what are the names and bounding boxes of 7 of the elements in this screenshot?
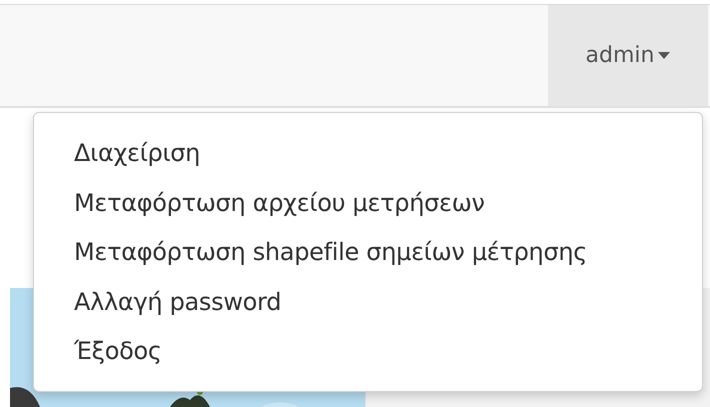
caret-icon [658, 52, 670, 59]
user-menu-button[interactable]: admin [548, 5, 708, 106]
menu-item[interactable]: Αλλαγή password [34, 280, 702, 324]
menu-item[interactable]: Μεταφόρτωση shapefile σημείων μέτρησης [34, 230, 702, 274]
menu-item[interactable]: Μεταφόρτωση αρχείου μετρήσεων [34, 180, 702, 224]
menu-item[interactable]: Διαχείριση [34, 131, 702, 175]
menu-item[interactable]: Έξοδος [34, 329, 702, 373]
